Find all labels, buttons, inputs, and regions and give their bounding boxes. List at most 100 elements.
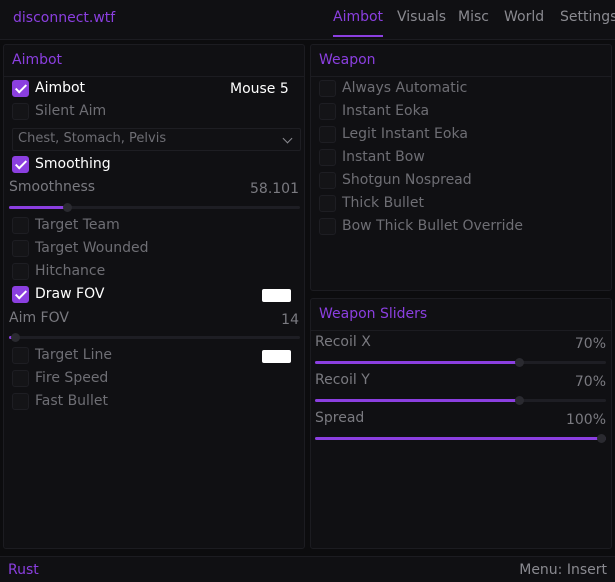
aimbot-toggle-label: Aimbot (35, 80, 86, 96)
instant-eoka-label: Instant Eoka (342, 103, 430, 119)
smoothing-toggle[interactable]: Smoothing (12, 155, 298, 175)
fast-bullet-label: Fast Bullet (35, 393, 108, 409)
slider-fill (9, 206, 68, 209)
tab-world[interactable]: World (504, 9, 544, 25)
weapon-sliders-panel: Weapon Sliders Recoil X 70% Recoil Y 70%… (310, 298, 612, 549)
target-team-toggle[interactable]: Target Team (12, 216, 298, 236)
shotgun-nospread-label: Shotgun Nospread (342, 172, 472, 188)
checkbox[interactable] (12, 240, 29, 257)
weapon-panel: Weapon Always Automatic Instant Eoka Leg… (310, 44, 612, 291)
weapon-sliders-title: Weapon Sliders (319, 306, 428, 322)
slider-handle[interactable] (514, 396, 524, 405)
recoil-y-value: 70% (574, 374, 606, 390)
aim-fov-value: 14 (281, 312, 299, 328)
slider-handle[interactable] (63, 203, 73, 212)
slider-fill (315, 361, 519, 364)
spread-label: Spread (315, 410, 365, 426)
tab-misc[interactable]: Misc (458, 9, 489, 25)
always-automatic-toggle[interactable]: Always Automatic (319, 79, 605, 99)
aim-fov-slider[interactable] (9, 333, 300, 342)
target-wounded-label: Target Wounded (35, 240, 149, 256)
checkbox[interactable] (319, 149, 336, 166)
tab-settings[interactable]: Settings (560, 9, 615, 25)
instant-bow-toggle[interactable]: Instant Bow (319, 148, 605, 168)
hitchance-toggle[interactable]: Hitchance (12, 262, 298, 282)
brand-title: disconnect.wtf (13, 10, 116, 26)
target-line-label: Target Line (35, 347, 112, 363)
checkbox-checked[interactable] (12, 156, 29, 173)
aimbot-toggle[interactable]: Aimbot Mouse 5 (12, 79, 298, 99)
checkbox[interactable] (12, 217, 29, 234)
target-wounded-toggle[interactable]: Target Wounded (12, 239, 298, 259)
spread-value: 100% (565, 412, 606, 428)
legit-instant-eoka-label: Legit Instant Eoka (342, 126, 468, 142)
smoothness-slider[interactable] (9, 203, 300, 212)
checkbox[interactable] (319, 218, 336, 235)
smoothness-label: Smoothness (9, 179, 96, 195)
thick-bullet-label: Thick Bullet (342, 195, 424, 211)
draw-fov-color-picker[interactable] (262, 289, 291, 302)
slider-handle[interactable] (10, 333, 20, 342)
silent-aim-toggle[interactable]: Silent Aim (12, 102, 298, 122)
recoil-y-label: Recoil Y (315, 372, 370, 388)
instant-eoka-toggle[interactable]: Instant Eoka (319, 102, 605, 122)
fire-speed-toggle[interactable]: Fire Speed (12, 369, 298, 389)
target-line-color-picker[interactable] (262, 350, 291, 363)
draw-fov-label: Draw FOV (35, 286, 105, 302)
smoothing-label: Smoothing (35, 156, 111, 172)
target-line-toggle[interactable]: Target Line (12, 346, 298, 366)
hitbox-dropdown[interactable]: Chest, Stomach, Pelvis (12, 128, 301, 151)
thick-bullet-toggle[interactable]: Thick Bullet (319, 194, 605, 214)
recoil-x-value: 70% (574, 336, 606, 352)
checkbox[interactable] (12, 347, 29, 364)
draw-fov-toggle[interactable]: Draw FOV (12, 285, 298, 305)
always-automatic-label: Always Automatic (342, 80, 468, 96)
checkbox[interactable] (319, 172, 336, 189)
checkbox-checked[interactable] (12, 80, 29, 97)
checkbox[interactable] (319, 195, 336, 212)
chevron-down-icon (282, 133, 293, 144)
header-bar: disconnect.wtf Aimbot Visuals Misc World… (0, 0, 615, 40)
tab-visuals[interactable]: Visuals (397, 9, 446, 25)
checkbox[interactable] (12, 103, 29, 120)
checkbox-checked[interactable] (12, 286, 29, 303)
checkbox[interactable] (319, 126, 336, 143)
aimbot-panel-title: Aimbot (12, 52, 63, 68)
checkbox[interactable] (12, 263, 29, 280)
aim-fov-label: Aim FOV (9, 310, 69, 326)
smoothness-value: 58.101 (250, 181, 299, 197)
bow-thick-bullet-override-label: Bow Thick Bullet Override (342, 218, 524, 234)
slider-handle[interactable] (597, 434, 606, 443)
divider (311, 76, 611, 77)
footer-bar: Rust Menu: Insert (0, 556, 615, 582)
slider-fill (315, 399, 519, 402)
recoil-y-slider[interactable] (315, 396, 606, 405)
hitchance-label: Hitchance (35, 263, 106, 279)
spread-slider[interactable] (315, 434, 606, 443)
shotgun-nospread-toggle[interactable]: Shotgun Nospread (319, 171, 605, 191)
fire-speed-label: Fire Speed (35, 370, 109, 386)
tab-aimbot[interactable]: Aimbot (333, 9, 384, 37)
slider-handle[interactable] (514, 358, 524, 367)
recoil-x-slider[interactable] (315, 358, 606, 367)
checkbox[interactable] (12, 393, 29, 410)
aimbot-keybind-button[interactable]: Mouse 5 (230, 81, 289, 97)
legit-instant-eoka-toggle[interactable]: Legit Instant Eoka (319, 125, 605, 145)
target-team-label: Target Team (35, 217, 120, 233)
instant-bow-label: Instant Bow (342, 149, 425, 165)
slider-fill (315, 437, 606, 440)
footer-menu-key: Menu: Insert (519, 562, 607, 578)
divider (4, 76, 304, 77)
fast-bullet-toggle[interactable]: Fast Bullet (12, 392, 298, 412)
checkbox[interactable] (319, 103, 336, 120)
weapon-panel-title: Weapon (319, 52, 376, 68)
bow-thick-bullet-override-toggle[interactable]: Bow Thick Bullet Override (319, 217, 605, 237)
recoil-x-label: Recoil X (315, 334, 371, 350)
footer-game-label: Rust (8, 562, 39, 578)
silent-aim-label: Silent Aim (35, 103, 107, 119)
checkbox[interactable] (12, 370, 29, 387)
divider (311, 330, 611, 331)
aimbot-panel: Aimbot Aimbot Mouse 5 Silent Aim Chest, … (3, 44, 305, 549)
hitbox-dropdown-value: Chest, Stomach, Pelvis (18, 131, 167, 146)
checkbox[interactable] (319, 80, 336, 97)
